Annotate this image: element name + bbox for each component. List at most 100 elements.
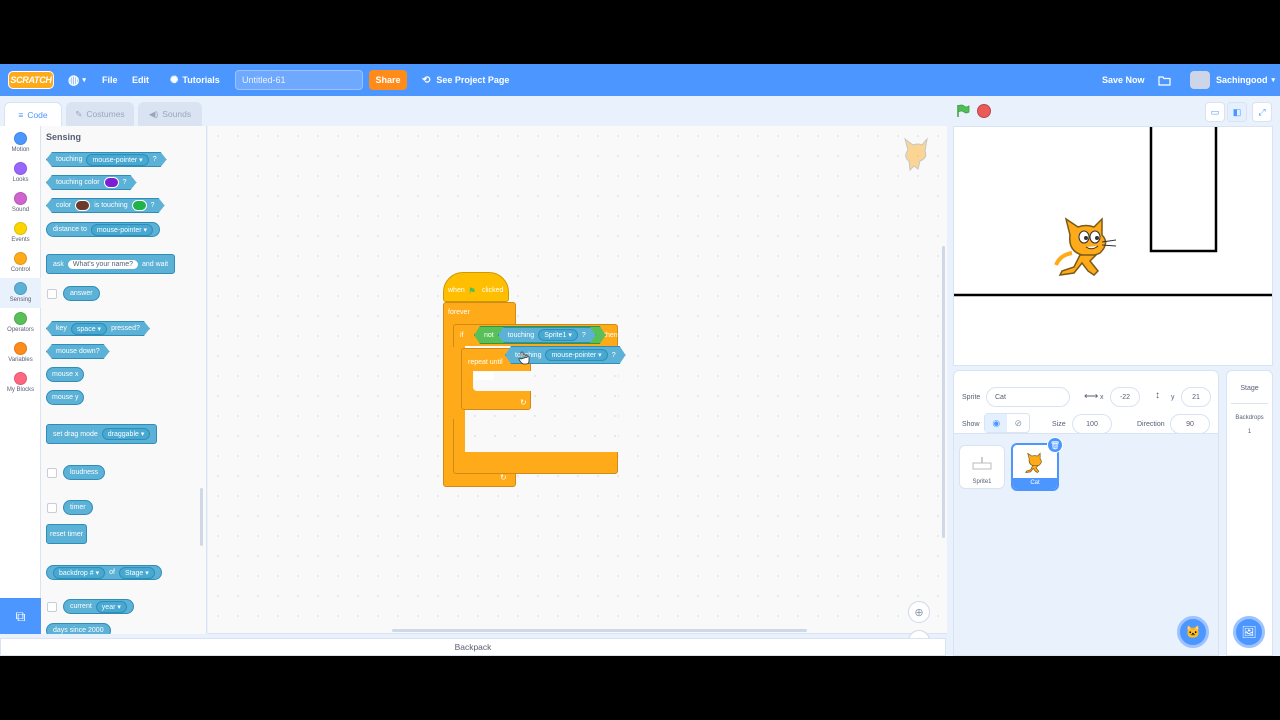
stage-canvas[interactable] (953, 126, 1273, 366)
category-sensing[interactable]: Sensing (0, 278, 41, 308)
category-operators[interactable]: Operators (0, 308, 41, 338)
small-stage-icon: ▭ (1210, 106, 1220, 117)
color-swatch[interactable] (104, 177, 119, 188)
x-position-input[interactable]: -22 (1110, 387, 1140, 407)
script-horizontal-scrollbar[interactable] (392, 629, 807, 632)
code-icon: ≡ (18, 109, 24, 120)
palette-scrollbar[interactable] (200, 488, 203, 546)
category-motion[interactable]: Motion (0, 128, 41, 158)
script-vertical-scrollbar[interactable] (942, 246, 945, 538)
delete-sprite-button[interactable]: 🗑 (1047, 437, 1063, 453)
show-sprite-button[interactable]: ◉ (985, 414, 1008, 432)
block-text: ? (581, 331, 586, 339)
color-swatch[interactable] (75, 200, 90, 211)
zoom-in-button[interactable]: ⊕ (908, 601, 930, 623)
divider (1231, 403, 1268, 404)
cat-sprite[interactable] (1052, 215, 1122, 285)
block-mouse-down[interactable]: mouse down? (46, 344, 110, 359)
direction-input[interactable]: 90 (1170, 414, 1210, 434)
block-key-pressed[interactable]: key space ▾ pressed? (46, 321, 150, 336)
account-menu[interactable]: Sachingood ▾ (1216, 64, 1275, 96)
sprite1-costume (972, 457, 992, 470)
y-position-input[interactable]: 21 (1181, 387, 1211, 407)
cat-add-icon: 🐱 (1185, 625, 1201, 639)
project-title-input[interactable]: Untitled-61 (235, 70, 363, 90)
category-dot (14, 132, 27, 145)
when-flag-clicked-block[interactable]: when ⚑ clicked (443, 272, 509, 302)
block-distance-to[interactable]: distance to mouse-pointer ▾ (46, 222, 161, 237)
attribute-dropdown[interactable]: backdrop # ▾ (53, 566, 106, 579)
category-my-blocks[interactable]: My Blocks (0, 368, 41, 398)
tutorials-button[interactable]: ✺ Tutorials (170, 64, 220, 96)
drag-mode-dropdown[interactable]: draggable ▾ (101, 428, 151, 440)
language-menu[interactable]: ◍ ▾ (68, 64, 86, 96)
not-operator-block[interactable]: not touching Sprite1 ▾ ? (474, 326, 606, 344)
normal-stage-button[interactable]: ◧ (1227, 102, 1247, 122)
hide-sprite-button[interactable]: ⊘ (1007, 414, 1029, 432)
category-variables[interactable]: Variables (0, 338, 41, 368)
small-stage-button[interactable]: ▭ (1205, 102, 1225, 122)
block-color-is-touching[interactable]: color is touching ? (46, 198, 165, 213)
timer-checkbox[interactable] (47, 503, 57, 513)
touching-target-dropdown[interactable]: Sprite1 ▾ (538, 329, 578, 341)
block-mouse-x[interactable]: mouse x (46, 367, 85, 382)
tab-code[interactable]: ≡ Code (4, 102, 62, 126)
block-ask-and-wait[interactable]: ask What's your name? and wait (46, 254, 176, 274)
sprite-name-input[interactable]: Cat (986, 387, 1070, 407)
backpack[interactable]: Backpack (0, 638, 946, 656)
block-set-drag-mode[interactable]: set drag mode draggable ▾ (46, 424, 158, 444)
block-answer[interactable]: answer (63, 286, 100, 301)
choose-backdrop-button[interactable]: 🖼 (1233, 616, 1265, 648)
avatar[interactable] (1190, 71, 1210, 89)
block-current-year[interactable]: current year ▾ (63, 599, 134, 614)
choose-sprite-button[interactable]: 🐱 (1177, 616, 1209, 648)
edit-menu[interactable]: Edit (132, 64, 149, 96)
category-control[interactable]: Control (0, 248, 41, 278)
block-loudness[interactable]: loudness (63, 465, 106, 480)
stage-target-panel[interactable]: Stage Backdrops 1 (1226, 370, 1273, 656)
current-unit-dropdown[interactable]: year ▾ (95, 600, 127, 613)
object-dropdown[interactable]: Stage ▾ (118, 566, 155, 579)
touching-target-dropdown[interactable]: mouse-pointer ▾ (545, 349, 607, 361)
share-button[interactable]: Share (369, 70, 407, 90)
save-now-button[interactable]: Save Now (1102, 64, 1145, 96)
script-area[interactable]: when ⚑ clicked forever ↻ if then not tou… (208, 126, 947, 652)
loudness-checkbox[interactable] (47, 468, 57, 478)
block-text: not (484, 331, 494, 339)
dropdown-value: mouse-pointer (92, 156, 138, 164)
color-swatch[interactable] (132, 200, 147, 211)
key-dropdown[interactable]: space ▾ (71, 323, 107, 335)
current-checkbox[interactable] (47, 602, 57, 612)
block-text: set drag mode (53, 430, 98, 438)
tab-costumes[interactable]: ✎ Costumes (66, 102, 134, 126)
distance-target-dropdown[interactable]: mouse-pointer ▾ (90, 223, 154, 236)
my-stuff-folder-icon[interactable] (1158, 64, 1171, 96)
fullscreen-icon: ⤢ (1258, 106, 1266, 117)
ask-text-input[interactable]: What's your name? (67, 259, 138, 269)
block-mouse-y[interactable]: mouse y (46, 390, 85, 405)
stop-button[interactable] (977, 104, 991, 118)
block-reset-timer[interactable]: reset timer (46, 524, 88, 544)
file-menu[interactable]: File (102, 64, 118, 96)
size-input[interactable]: 100 (1072, 414, 1112, 434)
category-looks[interactable]: Looks (0, 158, 41, 188)
touching-sprite-block[interactable]: touching Sprite1 ▾ ? (498, 327, 596, 343)
block-days-since-2000[interactable]: days since 2000 (46, 623, 111, 634)
sprite-thumb-sprite1[interactable]: Sprite1 (959, 445, 1005, 489)
category-sound[interactable]: Sound (0, 188, 41, 218)
block-text: pressed? (111, 325, 140, 332)
touching-target-dropdown[interactable]: mouse-pointer ▾ (86, 154, 148, 166)
category-events[interactable]: Events (0, 218, 41, 248)
block-timer[interactable]: timer (63, 500, 93, 515)
block-backdrop-of-stage[interactable]: backdrop # ▾ of Stage ▾ (46, 565, 162, 580)
block-touching[interactable]: touching mouse-pointer ▾ ? (46, 152, 167, 167)
add-extension-button[interactable]: ⧉ (0, 598, 41, 634)
tab-sounds[interactable]: ◀) Sounds (138, 102, 202, 126)
green-flag-icon (957, 104, 970, 117)
fullscreen-button[interactable]: ⤢ (1252, 102, 1272, 122)
scratch-logo[interactable]: SCRATCH (8, 71, 54, 89)
block-touching-color[interactable]: touching color ? (46, 175, 137, 190)
answer-checkbox[interactable] (47, 289, 57, 299)
green-flag-button[interactable] (956, 104, 970, 120)
see-project-page-button[interactable]: ⟲ See Project Page (422, 64, 509, 96)
